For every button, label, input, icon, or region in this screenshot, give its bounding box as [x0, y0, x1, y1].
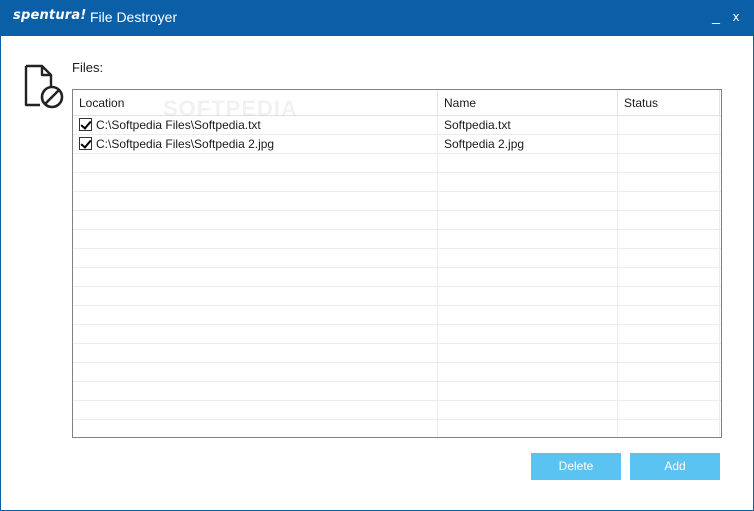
add-button[interactable]: Add [630, 453, 720, 480]
cell-name [438, 249, 618, 267]
app-window: spentura! File Destroyer _ x Files: Loca… [0, 0, 754, 511]
cell-status [618, 154, 720, 172]
cell-name [438, 192, 618, 210]
cell-location [73, 230, 438, 248]
window-title: File Destroyer [90, 9, 178, 25]
cell-location [73, 382, 438, 400]
row-checkbox[interactable] [79, 118, 92, 131]
cell-location [73, 211, 438, 229]
cell-status [618, 382, 720, 400]
table-row[interactable] [73, 325, 721, 344]
cell-location [73, 192, 438, 210]
file-destroy-icon [24, 64, 64, 109]
cell-status [618, 230, 720, 248]
cell-status [618, 192, 720, 210]
cell-location [73, 173, 438, 191]
cell-status [618, 325, 720, 343]
cell-status [618, 173, 720, 191]
cell-name: Softpedia.txt [438, 116, 618, 134]
cell-name: Softpedia 2.jpg [438, 135, 618, 153]
cell-name [438, 287, 618, 305]
cell-name [438, 268, 618, 286]
cell-status [618, 363, 720, 381]
title-bar[interactable]: spentura! File Destroyer _ x [0, 0, 754, 36]
column-header-location[interactable]: Location [73, 90, 438, 116]
brand-logo: spentura! [13, 8, 87, 23]
table-row[interactable] [73, 230, 721, 249]
table-row[interactable]: C:\Softpedia Files\Softpedia 2.jpg Softpe… [73, 135, 721, 154]
cell-location [73, 363, 438, 381]
cell-status [618, 268, 720, 286]
cell-name [438, 420, 618, 437]
cell-name [438, 173, 618, 191]
table-row[interactable] [73, 306, 721, 325]
files-table[interactable]: Location Name Status SOFTPEDIA C:\Softpe… [72, 89, 722, 438]
cell-location [73, 268, 438, 286]
table-body: C:\Softpedia Files\Softpedia.txt Softpedi… [73, 116, 721, 437]
cell-name [438, 363, 618, 381]
table-row[interactable] [73, 268, 721, 287]
table-row[interactable] [73, 249, 721, 268]
cell-location [73, 401, 438, 419]
table-row[interactable] [73, 211, 721, 230]
row-checkbox[interactable] [79, 137, 92, 150]
location-text: C:\Softpedia Files\Softpedia 2.jpg [96, 137, 275, 151]
cell-status [618, 401, 720, 419]
cell-status [618, 287, 720, 305]
cell-status [618, 420, 720, 437]
minimize-button[interactable]: _ [706, 6, 726, 28]
cell-status [618, 344, 720, 362]
column-header-status[interactable]: Status [618, 90, 720, 116]
cell-status [618, 306, 720, 324]
table-row[interactable]: C:\Softpedia Files\Softpedia.txt Softpedi… [73, 116, 721, 135]
column-header-name[interactable]: Name [438, 90, 618, 116]
cell-name [438, 154, 618, 172]
table-header: Location Name Status SOFTPEDIA [73, 90, 721, 121]
table-row[interactable] [73, 363, 721, 382]
cell-status [618, 116, 720, 134]
cell-location [73, 306, 438, 324]
cell-location [73, 287, 438, 305]
location-text: C:\Softpedia Files\Softpedia.txt [96, 118, 261, 132]
cell-name [438, 401, 618, 419]
table-row[interactable] [73, 154, 721, 173]
table-row[interactable] [73, 192, 721, 211]
files-label: Files: [72, 60, 104, 75]
cell-name [438, 306, 618, 324]
table-row[interactable] [73, 344, 721, 363]
cell-status [618, 249, 720, 267]
cell-location [73, 344, 438, 362]
cell-status [618, 211, 720, 229]
cell-location [73, 249, 438, 267]
table-row[interactable] [73, 287, 721, 306]
cell-name [438, 211, 618, 229]
cell-name [438, 382, 618, 400]
table-row[interactable] [73, 382, 721, 401]
cell-location [73, 154, 438, 172]
delete-button[interactable]: Delete [531, 453, 621, 480]
cell-location [73, 420, 438, 437]
table-row[interactable] [73, 420, 721, 437]
cell-name [438, 230, 618, 248]
close-button[interactable]: x [726, 6, 746, 28]
cell-location: C:\Softpedia Files\Softpedia.txt [73, 116, 438, 134]
cell-name [438, 325, 618, 343]
table-row[interactable] [73, 401, 721, 420]
main-panel: Files: Location Name Status SOFTPEDIA C:… [1, 36, 753, 510]
cell-location [73, 325, 438, 343]
table-row[interactable] [73, 173, 721, 192]
cell-location: C:\Softpedia Files\Softpedia 2.jpg [73, 135, 438, 153]
cell-status [618, 135, 720, 153]
cell-name [438, 344, 618, 362]
